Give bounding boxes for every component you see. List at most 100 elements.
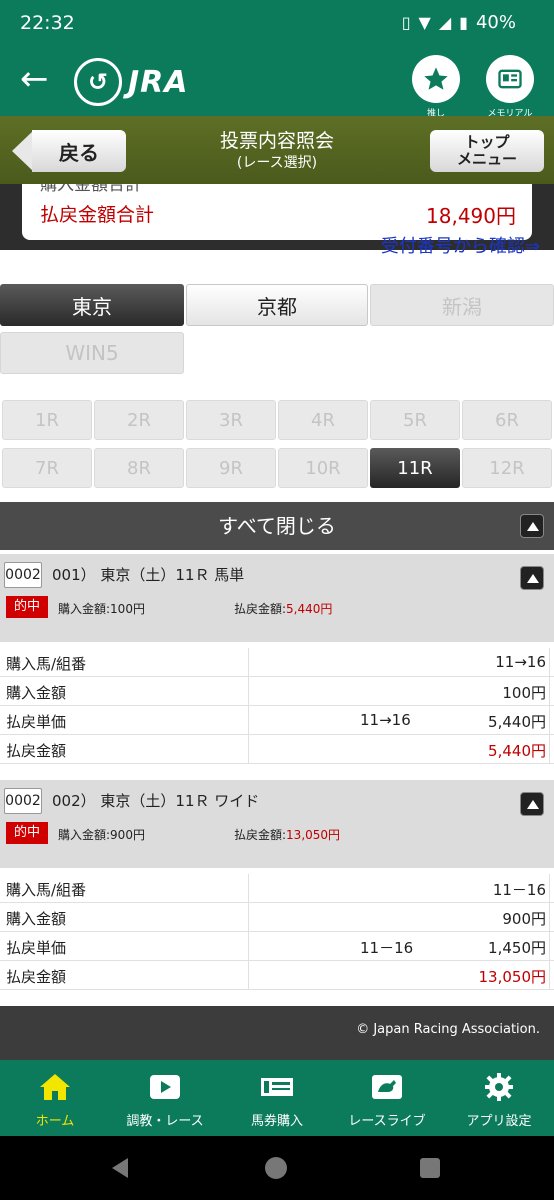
copyright: © Japan Racing Association. bbox=[356, 1022, 540, 1037]
venue-tokyo[interactable]: 東京 bbox=[0, 284, 184, 326]
status-bar: 22:32 ▯ ▼ ◢ ▮ 40% bbox=[0, 0, 554, 48]
row-label: 払戻単価 bbox=[6, 939, 67, 957]
receipt-number: 0002 bbox=[4, 562, 42, 588]
gear-icon bbox=[485, 1073, 513, 1101]
race-button-4r: 4R bbox=[278, 400, 368, 440]
row-edge bbox=[549, 677, 550, 706]
race-button-2r: 2R bbox=[94, 400, 184, 440]
home-icon bbox=[40, 1074, 70, 1100]
nav-label: アプリ設定 bbox=[466, 1114, 532, 1129]
bottom-nav: ホーム 調教・レース 馬券購入 レースライブ アプリ設定 bbox=[0, 1060, 554, 1136]
row-value: 5,440円 bbox=[488, 742, 546, 760]
column-divider bbox=[248, 932, 249, 961]
jra-horse-mark-icon: ↺ bbox=[74, 58, 122, 106]
race-button-8r: 8R bbox=[94, 448, 184, 488]
nav-label: 調教・レース bbox=[126, 1114, 204, 1129]
row-value: 900円 bbox=[502, 910, 546, 928]
column-divider bbox=[248, 961, 249, 990]
footer: © Japan Racing Association. bbox=[0, 1006, 554, 1060]
collapse-bet-icon[interactable] bbox=[520, 566, 544, 590]
row-edge bbox=[549, 874, 550, 903]
bet-header: 0002 002） 東京（土）11Ｒ ワイド 的中 購入金額:900円 払戻金額… bbox=[0, 780, 554, 868]
bet-purchase-amount: 購入金額:100円 bbox=[58, 602, 145, 616]
star-icon bbox=[424, 67, 448, 90]
top-menu-button[interactable]: トップ メニュー bbox=[430, 130, 544, 172]
confirm-by-receipt-link[interactable]: 受付番号から確認⇒ bbox=[381, 232, 540, 258]
row-label: 購入金額 bbox=[6, 684, 67, 702]
vibrate-icon: ▯ bbox=[401, 13, 411, 32]
nav-home[interactable]: ホーム bbox=[0, 1060, 110, 1136]
row-edge bbox=[549, 735, 550, 764]
payout-value: 13,050円 bbox=[286, 828, 341, 842]
system-back-icon[interactable] bbox=[108, 1156, 132, 1180]
race-button-6r: 6R bbox=[462, 400, 552, 440]
clock: 22:32 bbox=[20, 12, 75, 34]
venue-niigata: 新潟 bbox=[370, 284, 554, 326]
venue-label: 京都 bbox=[257, 294, 297, 319]
system-nav-bar bbox=[0, 1136, 554, 1200]
row-combination: 11→16 bbox=[360, 711, 411, 729]
jra-logo: ↺ JRA bbox=[74, 58, 188, 106]
table-row: 購入金額 900円 bbox=[0, 903, 554, 932]
collapse-all-icon[interactable] bbox=[520, 514, 544, 538]
venue-label: 新潟 bbox=[442, 294, 482, 319]
bet-header: 0002 001） 東京（土）11Ｒ 馬単 的中 購入金額:100円 払戻金額:… bbox=[0, 554, 554, 642]
column-divider bbox=[248, 648, 249, 677]
nav-label: 馬券購入 bbox=[250, 1114, 303, 1129]
page-header: 戻る 投票内容照会 (レース選択) トップ メニュー bbox=[0, 116, 554, 184]
column-divider bbox=[248, 706, 249, 735]
race-live-icon bbox=[372, 1075, 402, 1099]
system-recents-icon[interactable] bbox=[418, 1156, 442, 1180]
purchase-total-label: 購入金額合計 bbox=[40, 184, 142, 195]
favorite-star-button[interactable] bbox=[412, 55, 460, 103]
row-edge bbox=[549, 932, 550, 961]
table-row: 払戻単価 11－16 1,450円 bbox=[0, 932, 554, 961]
nav-ticket-purchase[interactable]: 馬券購入 bbox=[222, 1060, 332, 1136]
row-value: 1,450円 bbox=[488, 939, 546, 957]
row-edge bbox=[549, 648, 550, 677]
nav-race-live[interactable]: レースライブ bbox=[332, 1060, 442, 1136]
battery-level: 40% bbox=[475, 12, 516, 33]
back-arrow-icon[interactable]: ← bbox=[20, 62, 49, 96]
row-edge bbox=[549, 961, 550, 990]
signal-icon: ◢ bbox=[438, 13, 452, 32]
row-combination: 11－16 bbox=[360, 939, 414, 957]
system-home-icon[interactable] bbox=[264, 1156, 288, 1180]
ticket-icon bbox=[261, 1078, 293, 1096]
race-button-7r: 7R bbox=[2, 448, 92, 488]
close-all-label: すべて閉じる bbox=[218, 514, 336, 538]
app-bar: ← ↺ JRA 推し メモリアル bbox=[0, 48, 554, 119]
bet-description: 002） 東京（土）11Ｒ ワイド bbox=[52, 792, 260, 810]
table-row: 払戻単価 11→16 5,440円 bbox=[0, 706, 554, 735]
receipt-number: 0002 bbox=[4, 788, 42, 814]
row-label: 購入馬/組番 bbox=[6, 655, 87, 673]
race-button-9r: 9R bbox=[186, 448, 276, 488]
nav-app-settings[interactable]: アプリ設定 bbox=[444, 1060, 554, 1136]
hit-badge: 的中 bbox=[6, 596, 48, 618]
payout-label: 払戻金額: bbox=[234, 828, 287, 842]
column-divider bbox=[248, 903, 249, 932]
column-divider bbox=[248, 874, 249, 903]
bet-payout-amount: 払戻金額:13,050円 bbox=[234, 826, 340, 843]
refund-total-value: 18,490円 bbox=[426, 204, 516, 228]
close-all-button[interactable]: すべて閉じる bbox=[0, 502, 554, 550]
race-button-1r: 1R bbox=[2, 400, 92, 440]
row-value: 11－16 bbox=[492, 881, 546, 899]
row-value: 13,050円 bbox=[478, 968, 547, 986]
hit-badge: 的中 bbox=[6, 822, 48, 844]
venue-kyoto[interactable]: 京都 bbox=[186, 284, 368, 326]
row-value: 11→16 bbox=[495, 653, 546, 671]
nav-training-race[interactable]: 調教・レース bbox=[110, 1060, 220, 1136]
memorial-card-icon bbox=[498, 69, 522, 89]
row-label: 購入金額 bbox=[6, 910, 67, 928]
memorial-button[interactable] bbox=[486, 55, 534, 103]
table-row: 払戻金額 13,050円 bbox=[0, 961, 554, 990]
column-divider bbox=[248, 677, 249, 706]
venue-label: WIN5 bbox=[65, 341, 119, 365]
battery-icon: ▮ bbox=[459, 13, 468, 32]
race-button-11r[interactable]: 11R bbox=[370, 448, 460, 488]
collapse-bet-icon[interactable] bbox=[520, 792, 544, 816]
row-edge bbox=[549, 903, 550, 932]
wifi-icon: ▼ bbox=[418, 13, 431, 32]
race-button-5r: 5R bbox=[370, 400, 460, 440]
